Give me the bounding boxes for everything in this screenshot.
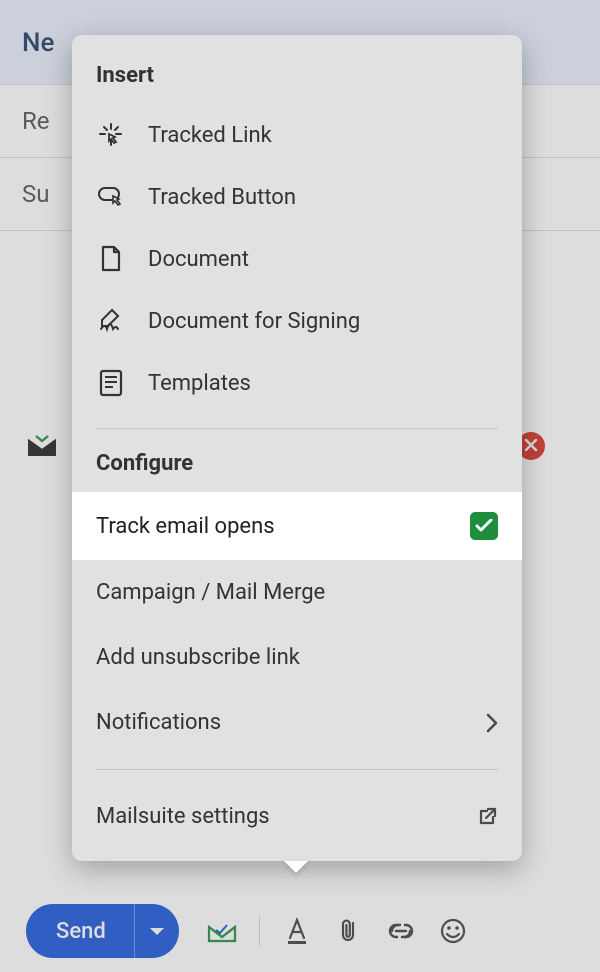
send-button[interactable]: Send <box>26 904 134 958</box>
menu-document-signing[interactable]: Document for Signing <box>72 290 522 352</box>
menu-notifications[interactable]: Notifications <box>72 690 522 755</box>
tracking-envelope-icon <box>28 434 56 456</box>
menu-add-unsubscribe[interactable]: Add unsubscribe link <box>72 625 522 690</box>
link-icon[interactable] <box>386 916 416 946</box>
send-button-group: Send <box>26 904 179 958</box>
menu-label: Tracked Link <box>148 123 272 148</box>
menu-document[interactable]: Document <box>72 228 522 290</box>
insert-section-title: Insert <box>72 35 522 104</box>
attachment-icon[interactable] <box>334 916 364 946</box>
mailsuite-menu: Insert Tracked Link Tracked Button Docum… <box>72 35 522 861</box>
compose-toolbar: Send <box>0 890 600 972</box>
emoji-icon[interactable] <box>438 916 468 946</box>
tracked-link-icon <box>96 120 126 150</box>
close-icon <box>524 437 538 456</box>
menu-campaign-mail-merge[interactable]: Campaign / Mail Merge <box>72 560 522 625</box>
text-format-icon[interactable] <box>282 916 312 946</box>
configure-section-title: Configure <box>72 443 522 492</box>
signing-icon <box>96 306 126 336</box>
menu-tracked-button[interactable]: Tracked Button <box>72 166 522 228</box>
external-link-icon <box>476 806 498 828</box>
menu-label: Add unsubscribe link <box>96 645 300 670</box>
checkbox-checked[interactable] <box>470 512 498 540</box>
chevron-right-icon <box>486 713 498 733</box>
menu-label: Track email opens <box>96 514 275 539</box>
mailsuite-envelope-icon[interactable] <box>207 916 237 946</box>
menu-label: Templates <box>148 371 251 396</box>
menu-label: Document for Signing <box>148 309 360 334</box>
send-more-button[interactable] <box>135 904 179 958</box>
templates-icon <box>96 368 126 398</box>
tracked-button-icon <box>96 182 126 212</box>
menu-label: Tracked Button <box>148 185 296 210</box>
menu-mailsuite-settings[interactable]: Mailsuite settings <box>72 784 522 849</box>
menu-label: Mailsuite settings <box>96 804 270 829</box>
menu-label: Document <box>148 247 249 272</box>
menu-templates[interactable]: Templates <box>72 352 522 414</box>
menu-label: Campaign / Mail Merge <box>96 580 325 605</box>
caret-down-icon <box>149 922 165 941</box>
menu-label: Notifications <box>96 710 221 735</box>
menu-tracked-link[interactable]: Tracked Link <box>72 104 522 166</box>
document-icon <box>96 244 126 274</box>
menu-track-email-opens[interactable]: Track email opens <box>72 492 522 560</box>
compose-title: Ne <box>22 28 54 58</box>
check-icon <box>475 514 493 539</box>
